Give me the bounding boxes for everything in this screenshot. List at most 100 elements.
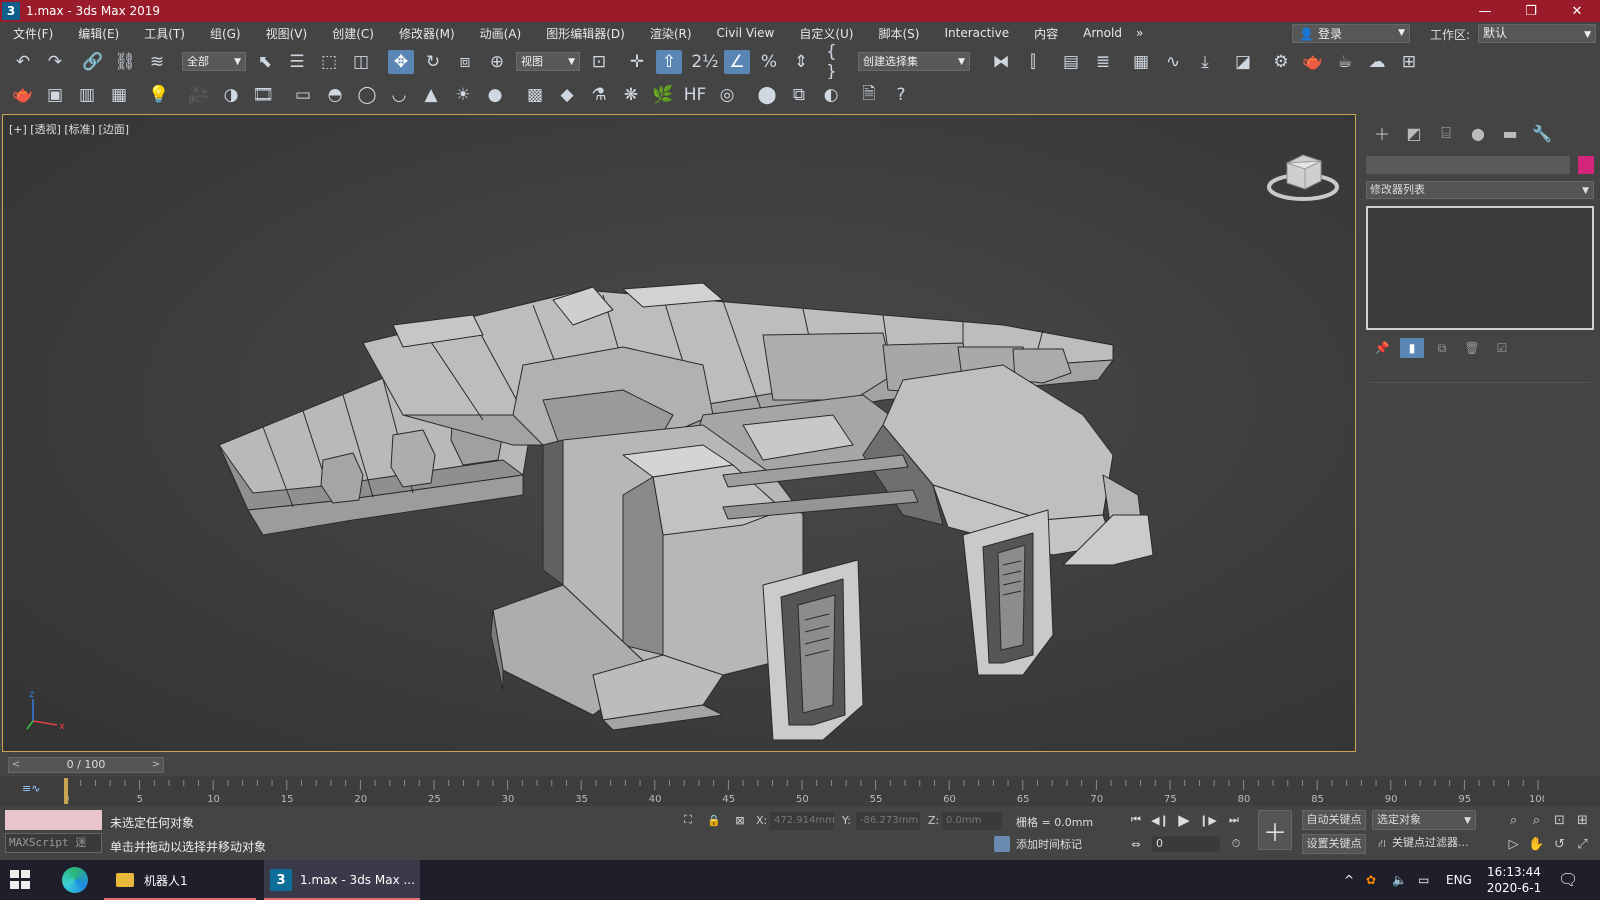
menu-civil-view[interactable]: Civil View <box>704 26 787 40</box>
edit-named-selection-icon[interactable]: { } <box>826 42 852 82</box>
lock-icon[interactable]: 🔒 <box>704 810 724 830</box>
windows-start-icon[interactable] <box>10 870 34 890</box>
display-tab-icon[interactable]: ▬ <box>1494 122 1526 144</box>
perspective-viewport[interactable]: [+] [透视] [标准] [边面] z x <box>2 114 1356 752</box>
sky-icon[interactable]: ● <box>482 83 508 107</box>
add-time-tag[interactable]: 添加时间标记 <box>1016 836 1082 852</box>
rendered-frame-window-icon[interactable]: 🫖 <box>1300 50 1326 74</box>
script-icon[interactable]: 🗎 <box>856 83 882 107</box>
modifier-list-dropdown[interactable]: 修改器列表 ▼ <box>1366 181 1594 199</box>
menu-tools[interactable]: 工具(T) <box>131 25 197 42</box>
select-scale-icon[interactable]: ⧈ <box>452 50 478 74</box>
selected-object-dropdown[interactable]: 选定对象 ▼ <box>1372 810 1476 830</box>
operator-icon[interactable]: ⚗ <box>586 83 612 107</box>
render-view-icon[interactable]: ⧉ <box>786 83 812 107</box>
orbit-icon[interactable]: ↺ <box>1548 834 1571 854</box>
menu-rendering[interactable]: 渲染(R) <box>637 25 704 42</box>
align-icon[interactable]: ⫿ <box>1020 50 1046 74</box>
grid-icon[interactable]: ▩ <box>522 83 548 107</box>
particle-icon[interactable]: ❋ <box>618 83 644 107</box>
curve-editor-icon[interactable]: ∿ <box>1160 50 1186 74</box>
ref-coord-dropdown[interactable]: 视图 ▼ <box>516 52 580 71</box>
light-lister-icon[interactable]: 💡 <box>146 83 172 107</box>
plane-icon[interactable]: ▭ <box>290 83 316 107</box>
key-filters-button[interactable]: 关键点过滤器... <box>1392 834 1476 854</box>
x-coord-field[interactable]: 472.914mm <box>770 812 835 830</box>
volume-icon[interactable]: 🔈 <box>1392 860 1407 900</box>
menu-file[interactable]: 文件(F) <box>0 25 65 42</box>
spinner-snap-icon[interactable]: ⇕ <box>788 50 814 74</box>
film-icon[interactable]: 🎞 <box>250 83 276 107</box>
taskbar-item-3dsmax[interactable]: 3 1.max - 3ds Max ... <box>264 860 420 900</box>
object-color-swatch[interactable] <box>1578 156 1594 174</box>
menu-animation[interactable]: 动画(A) <box>467 25 534 42</box>
menu-group[interactable]: 组(G) <box>197 25 253 42</box>
time-next-button[interactable]: > <box>149 758 163 772</box>
time-tag-icon[interactable] <box>994 836 1010 852</box>
next-frame-icon[interactable]: ❙▶ <box>1198 810 1218 830</box>
y-coord-field[interactable]: -86.273mm <box>856 812 920 830</box>
redo-icon[interactable]: ↷ <box>42 50 68 74</box>
previous-frame-icon[interactable]: ◀❙ <box>1150 810 1170 830</box>
bowl-icon[interactable]: ◡ <box>386 83 412 107</box>
sun-icon[interactable]: ☀ <box>450 83 476 107</box>
menu-modifiers[interactable]: 修改器(M) <box>386 25 467 42</box>
tray-app-icon[interactable]: ✿ <box>1366 860 1376 900</box>
rect-selection-icon[interactable]: ⬚ <box>316 50 342 74</box>
frame-ruler[interactable]: 0510152025303540455055606570758085909510… <box>64 776 1544 806</box>
create-tab-icon[interactable]: ＋ <box>1366 122 1398 144</box>
isolate-icon[interactable]: ⛶ <box>678 810 698 830</box>
select-by-name-icon[interactable]: ☰ <box>284 50 310 74</box>
window-crossing-icon[interactable]: ◫ <box>348 50 374 74</box>
track-bar[interactable]: ≡∿ 0510152025303540455055606570758085909… <box>0 776 1600 806</box>
maxscript-listener-input[interactable]: MAXScript 迷 <box>5 833 102 853</box>
menu-customize[interactable]: 自定义(U) <box>786 25 865 42</box>
time-cursor[interactable] <box>64 778 68 804</box>
link-icon[interactable]: 🔗 <box>80 50 106 74</box>
go-to-start-icon[interactable]: ⏮ <box>1126 810 1146 830</box>
restore-button[interactable]: ❐ <box>1508 0 1554 22</box>
render-sphere-icon[interactable]: ⬤ <box>754 83 780 107</box>
utilities-tab-icon[interactable]: 🔧 <box>1526 122 1558 144</box>
undo-icon[interactable]: ↶ <box>10 50 36 74</box>
dope-sheet-icon[interactable]: ⤓ <box>1192 50 1218 74</box>
motion-tab-icon[interactable]: ● <box>1462 122 1494 144</box>
modifier-stack[interactable] <box>1366 206 1594 330</box>
manipulate-icon[interactable]: ✛ <box>624 50 650 74</box>
dome-icon[interactable]: ◓ <box>322 83 348 107</box>
hair-fur-icon[interactable]: HF <box>682 83 708 107</box>
remove-modifier-icon[interactable]: 🗑 <box>1460 338 1484 358</box>
menu-views[interactable]: 视图(V) <box>253 25 320 42</box>
menu-edit[interactable]: 编辑(E) <box>65 25 131 42</box>
snaps-toggle-icon[interactable]: 2½ <box>691 50 718 74</box>
menu-overflow-icon[interactable]: » <box>1134 26 1145 40</box>
menu-interactive[interactable]: Interactive <box>931 26 1021 40</box>
current-frame-field[interactable]: 0 <box>1152 836 1220 852</box>
login-dropdown[interactable]: 👤 登录 ▼ <box>1292 24 1410 43</box>
unlink-icon[interactable]: ⛓ <box>112 50 138 74</box>
menu-scripting[interactable]: 脚本(S) <box>865 25 931 42</box>
table-panel-icon[interactable]: ▦ <box>106 83 132 107</box>
network-icon[interactable]: ▭ <box>1418 860 1429 900</box>
select-rotate-icon[interactable]: ↻ <box>420 50 446 74</box>
show-end-result-icon[interactable]: ▮ <box>1400 338 1424 358</box>
time-slider[interactable]: < 0 / 100 > <box>8 757 164 773</box>
language-indicator[interactable]: ENG <box>1446 860 1472 900</box>
modify-tab-icon[interactable]: ◩ <box>1398 122 1430 144</box>
configure-modifier-sets-icon[interactable]: ☑ <box>1490 338 1514 358</box>
edge-browser-icon[interactable] <box>62 867 88 893</box>
mirror-icon[interactable]: ⧓ <box>988 50 1014 74</box>
render-iterative-icon[interactable]: ⊞ <box>1396 50 1422 74</box>
bind-space-warp-icon[interactable]: ≋ <box>144 50 170 74</box>
percent-snap-icon[interactable]: % <box>756 50 782 74</box>
notification-icon[interactable]: 🗨 <box>1558 870 1578 889</box>
volume-icon[interactable]: ◎ <box>714 83 740 107</box>
zoom-extents-all-icon[interactable]: ⊞ <box>1571 810 1594 830</box>
material-icon[interactable]: ◆ <box>554 83 580 107</box>
camera-icon[interactable]: 🎥 <box>186 83 212 107</box>
z-coord-field[interactable]: 0.0mm <box>942 812 1002 830</box>
auto-key-button[interactable]: 自动关键点 <box>1302 810 1366 830</box>
minimize-button[interactable]: — <box>1462 0 1508 22</box>
make-unique-icon[interactable]: ⧉ <box>1430 338 1454 358</box>
zoom-icon[interactable]: ⌕ <box>1502 810 1525 830</box>
